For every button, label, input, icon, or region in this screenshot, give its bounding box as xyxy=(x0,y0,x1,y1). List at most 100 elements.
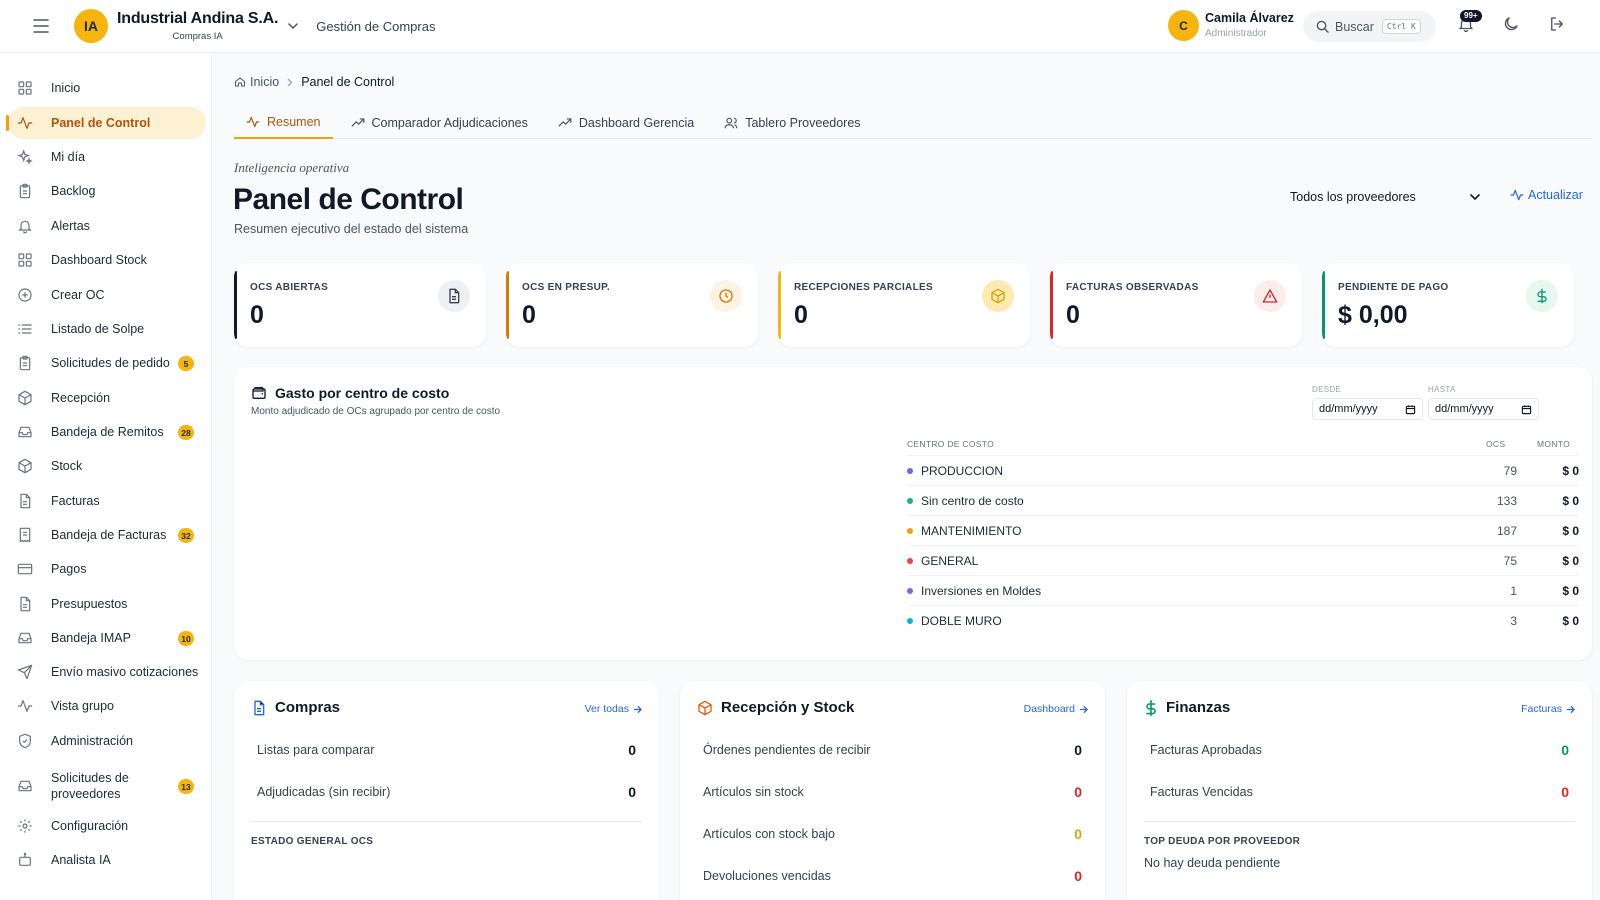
compras-caption: ESTADO GENERAL OCS xyxy=(251,836,374,847)
sidebar-item-label: Bandeja de Remitos xyxy=(51,424,164,439)
tab-comparador-adjudicaciones[interactable]: Comparador Adjudicaciones xyxy=(339,106,540,139)
wallet-icon xyxy=(251,385,275,401)
cost-center-amount: $ 0 xyxy=(1562,614,1579,628)
gear-icon xyxy=(17,818,33,834)
sidebar-item-label: Panel de Control xyxy=(51,115,151,130)
stat-value: 0 xyxy=(1561,784,1569,800)
tab-label: Tablero Proveedores xyxy=(745,115,861,130)
cost-center-amount: $ 0 xyxy=(1562,584,1579,598)
search-button[interactable]: Buscar Ctrl K xyxy=(1303,11,1436,42)
home-icon[interactable] xyxy=(234,76,246,88)
sidebar-item-bandeja-de-facturas[interactable]: Bandeja de Facturas 32 xyxy=(8,519,206,551)
stat-label: Artículos sin stock xyxy=(703,785,804,799)
series-dot xyxy=(907,588,913,594)
sidebar-item-bandeja-de-remitos[interactable]: Bandeja de Remitos 28 xyxy=(8,416,206,448)
user-menu[interactable]: C Camila Álvarez Administrador xyxy=(1168,10,1294,41)
sidebar-item-label: Pagos xyxy=(51,561,87,576)
breadcrumb-home[interactable]: Inicio xyxy=(250,75,279,89)
cost-center-ocs: 75 xyxy=(1503,554,1517,568)
sidebar-item-configuracion[interactable]: Configuración xyxy=(8,810,206,842)
company-sub: Compras IA xyxy=(172,30,223,42)
tab-tablero-proveedores[interactable]: Tablero Proveedores xyxy=(712,106,872,139)
table-row: Inversiones en Moldes 1 $ 0 xyxy=(907,575,1579,606)
sidebar-item-crear-oc[interactable]: Crear OC xyxy=(8,279,206,311)
search-label: Buscar xyxy=(1335,19,1374,34)
desde-date-input[interactable]: dd/mm/yyyy xyxy=(1312,398,1423,420)
kpi-label: OCS EN PRESUP. xyxy=(522,282,610,293)
plus-circle-icon xyxy=(17,287,33,303)
provider-filter-select[interactable]: Todos los proveedores xyxy=(1290,186,1480,208)
cost-center-title: Gasto por centro de costo xyxy=(275,385,450,401)
stat-row[interactable]: Artículos sin stock 0 xyxy=(697,771,1088,813)
table-row: MANTENIMIENTO 187 $ 0 xyxy=(907,515,1579,546)
refresh-button[interactable]: Actualizar xyxy=(1510,188,1583,202)
sidebar-item-dashboard-stock[interactable]: Dashboard Stock xyxy=(8,244,206,276)
sidebar-item-analista-ia[interactable]: Analista IA xyxy=(8,844,206,876)
cost-center-card: Gasto por centro de costo Monto adjudica… xyxy=(234,367,1592,660)
user-name: Camila Álvarez xyxy=(1205,10,1294,25)
series-dot xyxy=(907,498,913,504)
cost-center-name: MANTENIMIENTO xyxy=(921,524,1022,538)
chevron-down-icon[interactable] xyxy=(288,23,298,29)
finanzas-link-label: Facturas xyxy=(1521,703,1562,715)
sidebar-item-bandeja-imap[interactable]: Bandeja IMAP 10 xyxy=(8,622,206,654)
sidebar-item-inicio[interactable]: Inicio xyxy=(8,72,206,104)
stat-row[interactable]: Artículos con stock bajo 0 xyxy=(697,813,1088,855)
stat-row[interactable]: Devoluciones vencidas 0 xyxy=(697,855,1088,897)
table-row: DOBLE MURO 3 $ 0 xyxy=(907,605,1579,636)
menu-icon[interactable] xyxy=(29,14,53,38)
sidebar-item-envio-masivo-cotizaciones[interactable]: Envío masivo cotizaciones xyxy=(8,656,206,688)
compras-card: Compras Ver todas Listas para comparar 0 A… xyxy=(234,681,659,900)
moon-icon[interactable] xyxy=(1502,15,1520,33)
recepcion-dashboard-link[interactable]: Dashboard xyxy=(1024,703,1088,715)
sidebar-item-recepcion[interactable]: Recepción xyxy=(8,382,206,414)
sidebar-item-panel-de-control[interactable]: Panel de Control xyxy=(6,107,206,139)
company-switcher[interactable]: Industrial Andina S.A. Compras IA xyxy=(117,10,278,42)
sidebar-item-alertas[interactable]: Alertas xyxy=(8,210,206,242)
kpi-label: FACTURAS OBSERVADAS xyxy=(1066,282,1199,293)
sparkles-icon xyxy=(17,149,33,165)
sidebar-item-presupuestos[interactable]: Presupuestos xyxy=(8,588,206,620)
breadcrumb-current: Panel de Control xyxy=(301,75,395,89)
main-content: Inicio Panel de Control Resumen Comparado… xyxy=(212,53,1600,900)
sidebar-item-label: Facturas xyxy=(51,493,100,508)
sidebar-item-mi-dia[interactable]: Mi día xyxy=(8,141,206,173)
tab-dashboard-gerencia[interactable]: Dashboard Gerencia xyxy=(546,106,706,139)
logout-icon[interactable] xyxy=(1548,15,1566,33)
page-kicker: Inteligencia operativa xyxy=(234,160,350,175)
cost-center-amount: $ 0 xyxy=(1562,524,1579,538)
stat-label: Facturas Aprobadas xyxy=(1150,743,1262,757)
stat-label: Facturas Vencidas xyxy=(1150,785,1253,799)
stat-row[interactable]: Órdenes pendientes de recibir 0 xyxy=(697,729,1088,771)
sidebar-item-pagos[interactable]: Pagos xyxy=(8,553,206,585)
desde-value: dd/mm/yyyy xyxy=(1319,403,1378,415)
calendar-icon xyxy=(1405,404,1416,415)
breadcrumb: Inicio Panel de Control xyxy=(234,75,394,89)
sidebar-item-label: Analista IA xyxy=(51,852,111,867)
sidebar-item-administracion[interactable]: Administración xyxy=(8,725,206,757)
sidebar-item-stock[interactable]: Stock xyxy=(8,450,206,482)
compras-view-all-link[interactable]: Ver todas xyxy=(585,703,642,715)
sidebar: Inicio Panel de Control Mi día Backlog Alert… xyxy=(0,53,212,900)
stat-value: 0 xyxy=(628,742,636,758)
clock-icon xyxy=(710,280,742,312)
package-icon xyxy=(17,458,33,474)
sidebar-item-listado-de-solpe[interactable]: Listado de Solpe xyxy=(8,313,206,345)
hasta-date-input[interactable]: dd/mm/yyyy xyxy=(1428,398,1539,420)
sidebar-item-facturas[interactable]: Facturas xyxy=(8,485,206,517)
sidebar-item-backlog[interactable]: Backlog xyxy=(8,175,206,207)
tab-label: Comparador Adjudicaciones xyxy=(371,115,528,130)
tab-resumen[interactable]: Resumen xyxy=(234,106,333,139)
sidebar-item-vista-grupo[interactable]: Vista grupo xyxy=(8,690,206,722)
stat-row[interactable]: Listas para comparar 0 xyxy=(251,729,642,771)
kpi-card: FACTURAS OBSERVADAS 0 xyxy=(1050,263,1302,347)
stat-row[interactable]: Facturas Vencidas 0 xyxy=(1144,771,1575,813)
provider-filter-value: Todos los proveedores xyxy=(1290,190,1416,204)
finanzas-facturas-link[interactable]: Facturas xyxy=(1521,703,1575,715)
receipt-icon xyxy=(17,527,33,543)
recepcion-card: Recepción y Stock Dashboard Órdenes pend… xyxy=(680,681,1105,900)
sidebar-item-solicitudes-de-proveedores[interactable]: Solicitudes de proveedores 13 xyxy=(8,765,206,807)
stat-row[interactable]: Facturas Aprobadas 0 xyxy=(1144,729,1575,771)
sidebar-item-solicitudes-de-pedido[interactable]: Solicitudes de pedido 5 xyxy=(8,347,206,379)
stat-row[interactable]: Adjudicadas (sin recibir) 0 xyxy=(251,771,642,813)
